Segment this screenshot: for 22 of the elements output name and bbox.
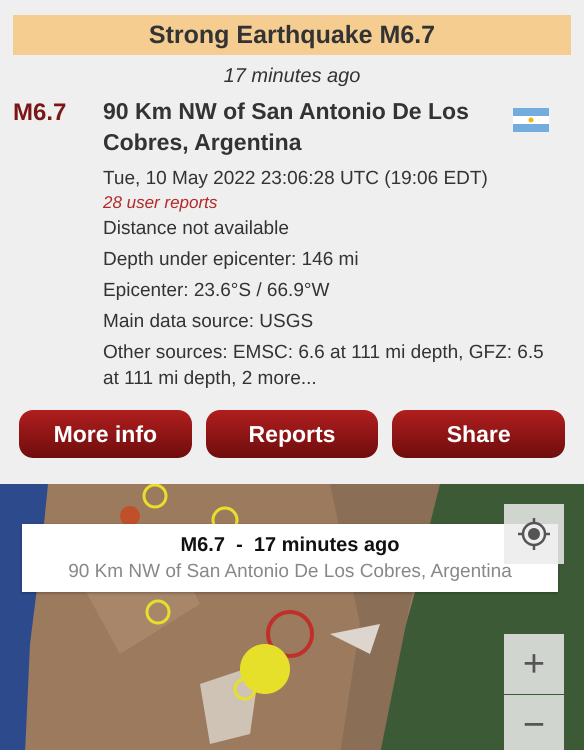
action-button[interactable]: More info: [19, 410, 192, 458]
zoom-in-button[interactable]: +: [504, 634, 564, 694]
popup-subtitle: 90 Km NW of San Antonio De Los Cobres, Argentina: [68, 560, 512, 582]
location-title: 90 Km NW of San Antonio De Los Cobres, Argentina: [103, 97, 470, 157]
alert-banner: Strong Earthquake M6.7: [13, 15, 571, 55]
user-reports-link[interactable]: 28 user reports: [103, 192, 549, 214]
map-popup[interactable]: M6.7 - 17 minutes ago 90 Km NW of San Antonio De Los Cobres, Argentina: [22, 524, 558, 592]
locate-icon: [516, 516, 552, 552]
detail-text: Distance not available: [103, 217, 290, 241]
locate-button[interactable]: [504, 504, 564, 564]
detail-text: Other sources: EMSC: 6.6 at 111 mi depth, GFZ: 6.5 at 111 mi depth, 2 more...: [103, 341, 545, 391]
detail-text: Epicenter: 23.6°S / 66.9°W: [103, 279, 330, 303]
action-button[interactable]: Reports: [206, 410, 378, 458]
event-datetime: Tue, 10 May 2022 23:06:28 UTC (19:06 EDT): [103, 167, 489, 191]
detail-text: Depth under epicenter: 146 mi: [103, 248, 360, 272]
popup-title: M6.7 - 17 minutes ago: [180, 534, 400, 556]
action-button[interactable]: Share: [392, 410, 566, 458]
magnitude: M6.7: [13, 98, 68, 128]
flag-icon: [513, 108, 549, 132]
zoom-out-button[interactable]: −: [504, 695, 564, 750]
detail-text: Main data source: USGS: [103, 310, 314, 334]
time-ago: 17 minutes ago: [222, 65, 362, 88]
